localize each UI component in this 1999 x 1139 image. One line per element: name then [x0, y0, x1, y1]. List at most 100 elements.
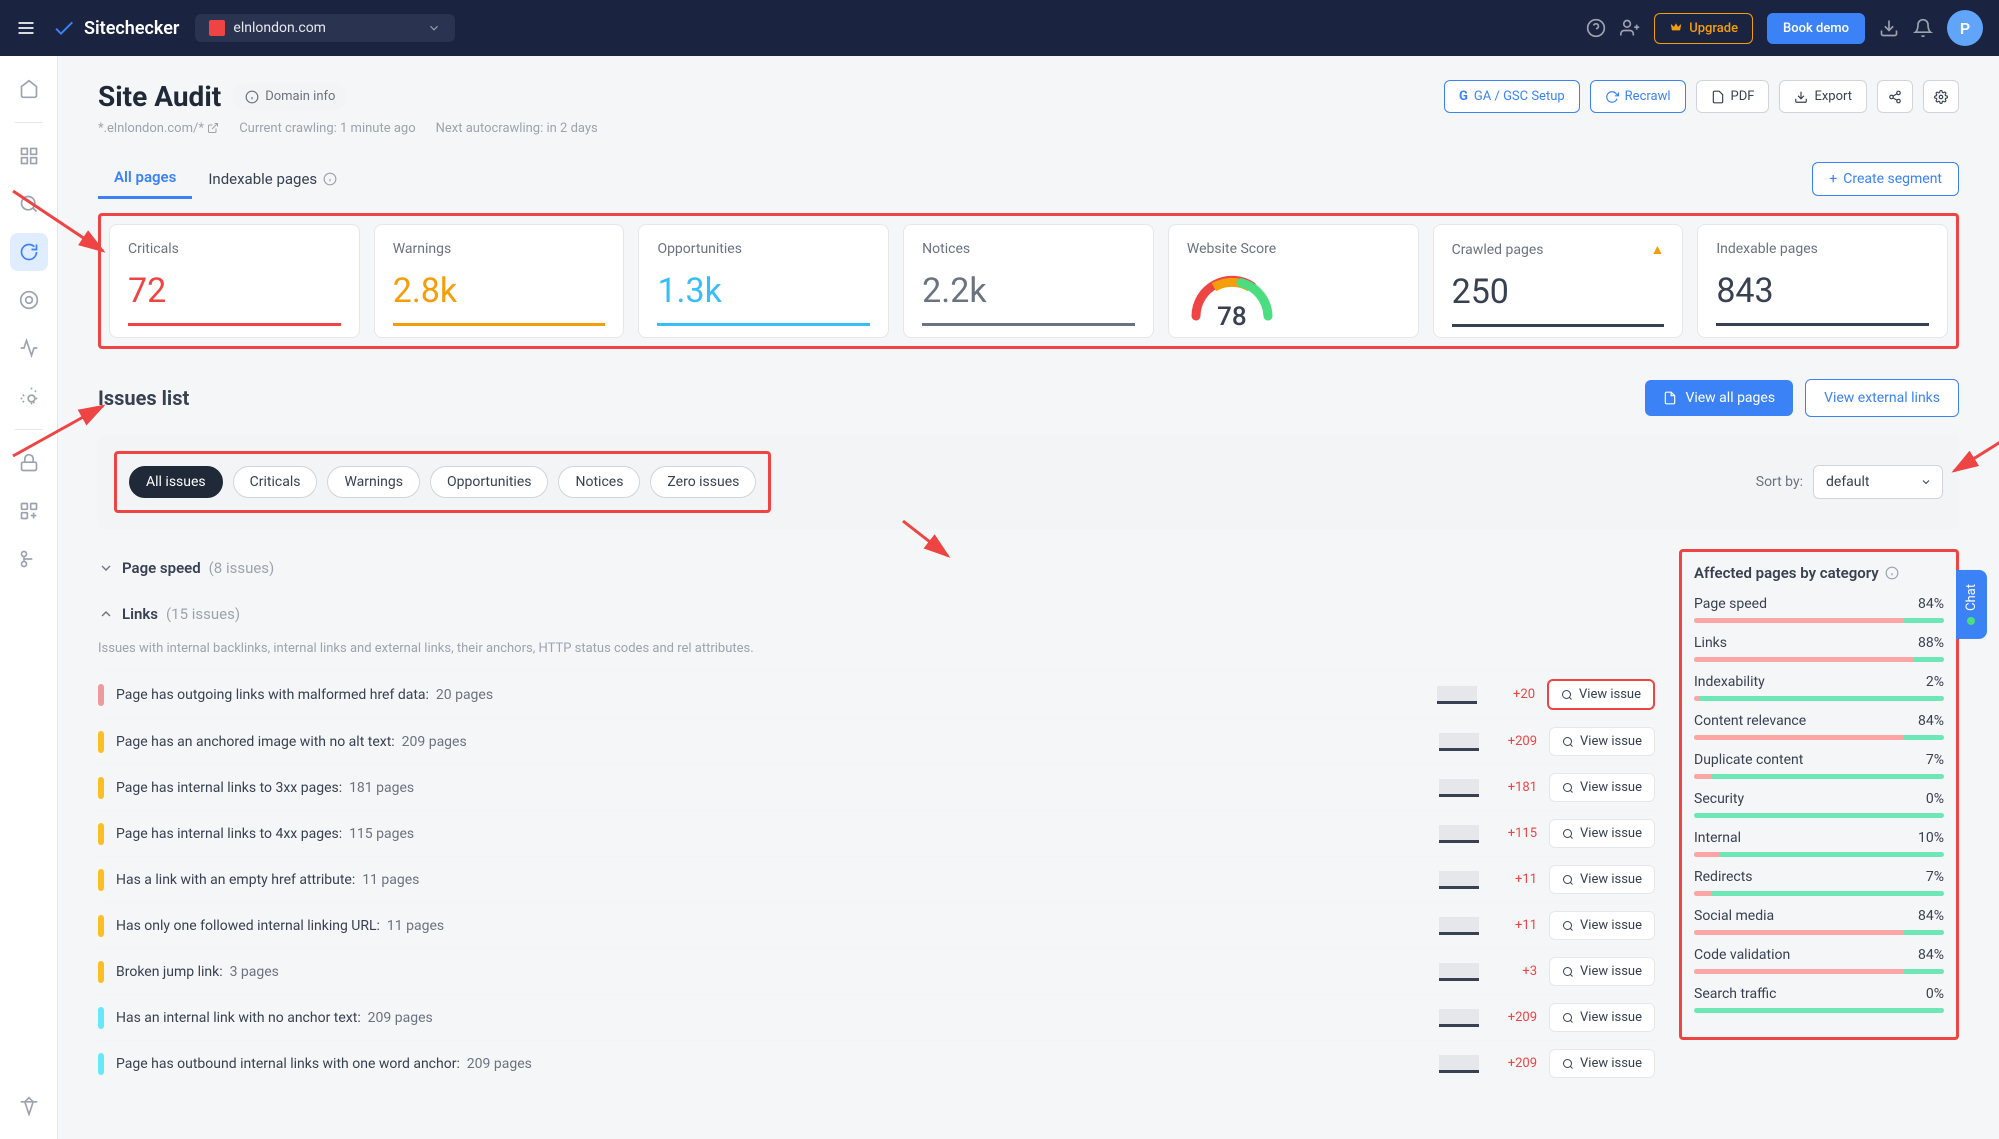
- view-external-links-button[interactable]: View external links: [1805, 379, 1959, 417]
- view-all-pages-button[interactable]: View all pages: [1645, 380, 1793, 416]
- sidebar-dashboard[interactable]: [10, 137, 48, 175]
- view-issue-button[interactable]: View issue: [1549, 819, 1655, 848]
- filter-chip[interactable]: All issues: [129, 466, 223, 498]
- view-issue-button[interactable]: View issue: [1549, 1003, 1655, 1032]
- sidebar-monitor[interactable]: [10, 281, 48, 319]
- help-icon[interactable]: [1586, 18, 1606, 38]
- category-row[interactable]: Indexability2%: [1694, 674, 1944, 701]
- sidebar-tools[interactable]: [10, 444, 48, 482]
- view-issue-button[interactable]: View issue: [1549, 865, 1655, 894]
- category-row[interactable]: Code validation84%: [1694, 947, 1944, 974]
- category-row[interactable]: Search traffic0%: [1694, 986, 1944, 1013]
- sidebar-share[interactable]: [10, 540, 48, 578]
- issue-delta: +181: [1491, 780, 1537, 795]
- category-row[interactable]: Social media84%: [1694, 908, 1944, 935]
- sidebar-diamond[interactable]: [10, 1087, 48, 1125]
- recrawl-button[interactable]: Recrawl: [1590, 80, 1686, 113]
- create-segment-button[interactable]: + Create segment: [1812, 162, 1959, 196]
- issue-group-header[interactable]: Page speed (8 issues): [98, 549, 1655, 587]
- issue-delta: +20: [1489, 687, 1535, 702]
- settings-button[interactable]: [1923, 80, 1959, 113]
- sidebar: [0, 56, 58, 1139]
- sidebar-analytics[interactable]: [10, 329, 48, 367]
- issues-main: Page speed (8 issues)Links (15 issues)Is…: [98, 549, 1655, 1094]
- book-demo-button[interactable]: Book demo: [1767, 13, 1865, 44]
- ga-setup-button[interactable]: GGA / GSC Setup: [1444, 80, 1580, 113]
- severity-indicator: [98, 777, 104, 799]
- sidebar-home[interactable]: [10, 70, 48, 108]
- domain-pattern[interactable]: *.elnlondon.com/*: [98, 121, 219, 136]
- issue-text: Page has an anchored image with no alt t…: [116, 734, 1427, 750]
- sidebar-magic[interactable]: [10, 377, 48, 415]
- mini-chart: [1439, 871, 1479, 889]
- sidebar-apps[interactable]: [10, 492, 48, 530]
- sidebar-audit[interactable]: [10, 233, 48, 271]
- issue-delta: +209: [1491, 734, 1537, 749]
- view-issue-button[interactable]: View issue: [1549, 727, 1655, 756]
- issue-text: Page has outbound internal links with on…: [116, 1056, 1427, 1072]
- page-title: Site Audit: [98, 80, 221, 113]
- category-row[interactable]: Internal10%: [1694, 830, 1944, 857]
- view-issue-button[interactable]: View issue: [1549, 1049, 1655, 1078]
- category-row[interactable]: Content relevance84%: [1694, 713, 1944, 740]
- share-button[interactable]: [1877, 80, 1913, 113]
- issue-text: Broken jump link: 3 pages: [116, 964, 1427, 980]
- severity-indicator: [98, 961, 104, 983]
- upgrade-button[interactable]: Upgrade: [1654, 13, 1753, 44]
- issues-title: Issues list: [98, 386, 189, 410]
- filter-row: All issues Criticals Warnings Opportunities…: [98, 435, 1959, 529]
- export-button[interactable]: Export: [1779, 80, 1867, 113]
- stat-warnings[interactable]: Warnings 2.8k: [374, 224, 625, 338]
- stat-score[interactable]: Website Score 78: [1168, 224, 1419, 338]
- sort-select[interactable]: default: [1813, 465, 1943, 499]
- filter-chip[interactable]: Criticals: [233, 466, 318, 498]
- filter-chip[interactable]: Zero issues: [650, 466, 756, 498]
- domain-info-button[interactable]: Domain info: [233, 83, 347, 110]
- view-issue-button[interactable]: View issue: [1549, 957, 1655, 986]
- logo[interactable]: Sitechecker: [52, 16, 179, 40]
- mini-chart: [1439, 1009, 1479, 1027]
- tab-all-pages[interactable]: All pages: [98, 158, 192, 199]
- tab-indexable[interactable]: Indexable pages: [192, 160, 353, 198]
- severity-indicator: [98, 915, 104, 937]
- add-user-icon[interactable]: [1620, 18, 1640, 38]
- view-issue-button[interactable]: View issue: [1547, 679, 1655, 710]
- stat-indexable[interactable]: Indexable pages 843: [1697, 224, 1948, 338]
- pdf-button[interactable]: PDF: [1696, 80, 1770, 113]
- warning-icon: ▲: [1650, 241, 1664, 258]
- category-row[interactable]: Duplicate content7%: [1694, 752, 1944, 779]
- plus-icon: +: [1829, 171, 1837, 187]
- filter-chip[interactable]: Warnings: [327, 466, 420, 498]
- hamburger-icon[interactable]: [16, 18, 36, 38]
- stat-criticals[interactable]: Criticals 72: [109, 224, 360, 338]
- stat-opportunities[interactable]: Opportunities 1.3k: [638, 224, 889, 338]
- categories-title: Affected pages by category: [1694, 564, 1879, 582]
- category-row[interactable]: Links88%: [1694, 635, 1944, 662]
- issue-delta: +115: [1491, 826, 1537, 841]
- issue-text: Has only one followed internal linking U…: [116, 918, 1427, 934]
- issue-row: Page has outgoing links with malformed h…: [98, 670, 1655, 718]
- category-row[interactable]: Security0%: [1694, 791, 1944, 818]
- view-issue-button[interactable]: View issue: [1549, 911, 1655, 940]
- download-icon[interactable]: [1879, 18, 1899, 38]
- stat-notices[interactable]: Notices 2.2k: [903, 224, 1154, 338]
- category-row[interactable]: Redirects7%: [1694, 869, 1944, 896]
- view-issue-button[interactable]: View issue: [1549, 773, 1655, 802]
- filter-chips: All issues Criticals Warnings Opportunities…: [114, 451, 771, 513]
- issue-delta: +11: [1491, 918, 1537, 933]
- issue-group-header[interactable]: Links (15 issues): [98, 595, 1655, 633]
- domain-selector[interactable]: elnlondon.com: [195, 14, 455, 42]
- sort-label: Sort by:: [1756, 474, 1803, 490]
- chat-button[interactable]: Chat: [1956, 570, 1987, 639]
- brand-name: Sitechecker: [84, 18, 179, 39]
- stat-crawled[interactable]: Crawled pages▲ 250: [1433, 224, 1684, 338]
- filter-chip[interactable]: Notices: [558, 466, 640, 498]
- issue-row: Has an internal link with no anchor text…: [98, 994, 1655, 1040]
- avatar[interactable]: P: [1947, 10, 1983, 46]
- sidebar-search[interactable]: [10, 185, 48, 223]
- crown-icon: [1669, 21, 1683, 35]
- filter-chip[interactable]: Opportunities: [430, 466, 549, 498]
- status-dot-icon: [1968, 616, 1976, 624]
- bell-icon[interactable]: [1913, 18, 1933, 38]
- category-row[interactable]: Page speed84%: [1694, 596, 1944, 623]
